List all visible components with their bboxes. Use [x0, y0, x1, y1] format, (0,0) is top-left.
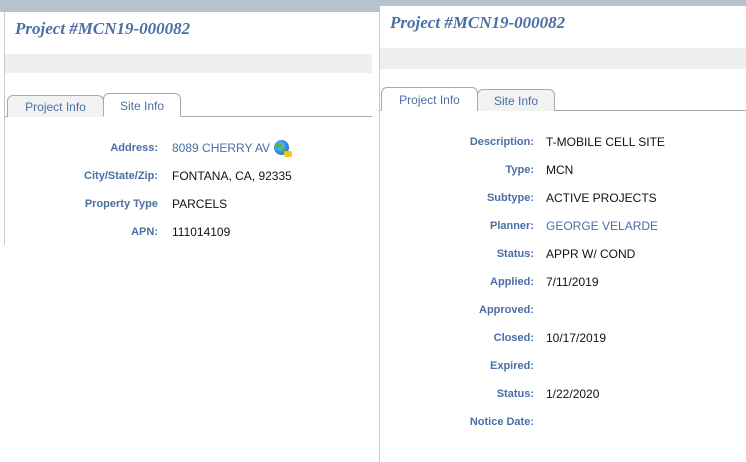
header-bar: [5, 54, 372, 73]
field-label: APN:: [131, 226, 158, 238]
project-title: Project #MCN19-000082: [390, 13, 566, 32]
field-label: Type:: [505, 164, 534, 176]
field-row-status-2: Status: 1/22/2020: [380, 384, 746, 404]
field-row-status: Status: APPR W/ COND: [380, 244, 746, 264]
tab-project-info[interactable]: Project Info: [7, 95, 104, 117]
header-bar: [380, 48, 746, 69]
field-row-applied: Applied: 7/11/2019: [380, 272, 746, 292]
tab-site-info[interactable]: Site Info: [103, 93, 181, 117]
field-row-expired: Expired:: [380, 356, 746, 376]
field-row-approved: Approved:: [380, 300, 746, 320]
field-row-closed: Closed: 10/17/2019: [380, 328, 746, 348]
field-row-address: Address: 8089 CHERRY AV: [5, 138, 372, 158]
field-value: 1/22/2020: [546, 387, 600, 401]
field-label: Closed:: [493, 332, 534, 344]
field-value: 10/17/2019: [546, 331, 607, 345]
field-value: T-MOBILE CELL SITE: [546, 135, 665, 149]
field-label: Approved:: [479, 304, 534, 316]
field-value: 7/11/2019: [546, 275, 599, 289]
address-link[interactable]: 8089 CHERRY AV: [172, 138, 293, 158]
site-info-panel: Project #MCN19-000082 Project Info Site …: [4, 12, 372, 245]
field-label: Description:: [469, 136, 534, 148]
tab-project-info[interactable]: Project Info: [381, 87, 478, 111]
field-value: FONTANA, CA, 92335: [172, 169, 292, 183]
field-row-description: Description: T-MOBILE CELL SITE: [380, 132, 746, 152]
field-value: PARCELS: [172, 197, 228, 211]
field-row-notice-date: Notice Date:: [380, 412, 746, 432]
field-label: Status:: [496, 248, 534, 260]
tab-strip: Project Info Site Info: [380, 86, 746, 111]
field-value: APPR W/ COND: [546, 247, 636, 261]
project-info-panel: Project #MCN19-000082 Project Info Site …: [379, 6, 746, 462]
field-label: Status:: [496, 388, 534, 400]
field-label: Property Type: [84, 198, 158, 210]
field-value: MCN: [546, 163, 574, 177]
field-label: Planner:: [489, 220, 534, 232]
field-label: Expired:: [489, 360, 534, 372]
field-label: City/State/Zip:: [84, 170, 158, 182]
field-row-property-type: Property Type PARCELS: [5, 194, 372, 214]
field-row-type: Type: MCN: [380, 160, 746, 180]
field-label: Notice Date:: [469, 416, 534, 428]
field-label: Subtype:: [486, 192, 534, 204]
tab-strip: Project Info Site Info: [5, 90, 372, 117]
field-value: ACTIVE PROJECTS: [546, 191, 657, 205]
field-row-subtype: Subtype: ACTIVE PROJECTS: [380, 188, 746, 208]
field-label: Applied:: [490, 276, 534, 288]
field-row-planner: Planner: GEORGE VELARDE: [380, 216, 746, 236]
field-row-city-state-zip: City/State/Zip: FONTANA, CA, 92335: [5, 166, 372, 186]
globe-map-icon[interactable]: [274, 140, 293, 157]
project-title: Project #MCN19-000082: [15, 19, 191, 38]
address-value[interactable]: 8089 CHERRY AV: [172, 141, 270, 155]
field-label: Address:: [110, 142, 158, 154]
left-edge: [0, 246, 3, 462]
tab-site-info[interactable]: Site Info: [477, 89, 555, 111]
field-value: 111014109: [172, 225, 231, 239]
field-row-apn: APN: 111014109: [5, 222, 372, 242]
planner-link[interactable]: GEORGE VELARDE: [546, 216, 658, 236]
